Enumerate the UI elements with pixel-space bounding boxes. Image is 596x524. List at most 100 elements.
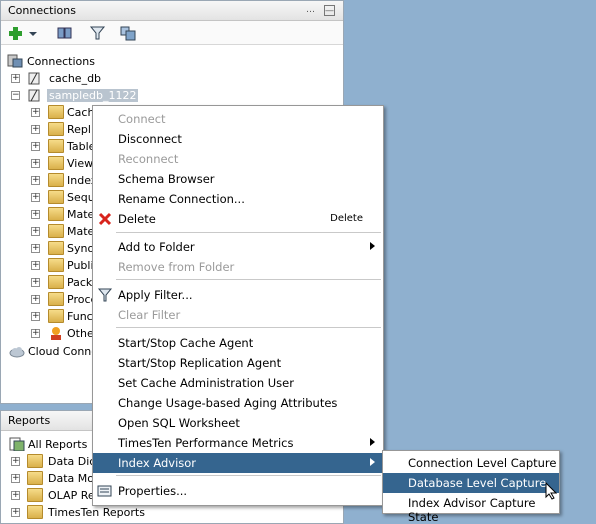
menu-item-label: Delete bbox=[118, 212, 156, 226]
expand-icon[interactable]: + bbox=[31, 227, 40, 236]
index-advisor-submenu: Connection Level Capture Database Level … bbox=[382, 450, 560, 524]
menu-item-clear-filter[interactable]: Clear Filter bbox=[93, 305, 383, 325]
add-connection-icon[interactable] bbox=[7, 25, 25, 41]
menu-item-label: Start/Stop Cache Agent bbox=[118, 336, 254, 350]
menu-item-label: Set Cache Administration User bbox=[118, 376, 294, 390]
menu-item-remove-from-folder[interactable]: Remove from Folder bbox=[93, 257, 383, 277]
filter-icon bbox=[97, 287, 113, 303]
tree-child-label: Syno bbox=[67, 242, 95, 255]
menu-separator bbox=[116, 475, 381, 476]
expand-icon[interactable]: + bbox=[31, 142, 40, 151]
menu-item-label: Connect bbox=[118, 112, 166, 126]
add-dropdown-icon[interactable] bbox=[27, 25, 45, 41]
menu-item-label: Index Advisor bbox=[118, 456, 197, 470]
user-icon bbox=[48, 326, 64, 340]
tree-child-label: Othe bbox=[67, 327, 94, 340]
minimize-panel-icon[interactable]: … bbox=[305, 5, 316, 16]
expand-icon[interactable]: + bbox=[11, 508, 20, 517]
expand-icon[interactable]: + bbox=[31, 244, 40, 253]
folder-icon bbox=[27, 505, 43, 519]
folder-icon bbox=[48, 173, 64, 187]
expand-icon[interactable]: + bbox=[31, 176, 40, 185]
menu-item-label: Change Usage-based Aging Attributes bbox=[118, 396, 338, 410]
tree-item-label: cache_db bbox=[49, 72, 102, 85]
collapse-icon[interactable]: − bbox=[11, 91, 20, 100]
expand-icon[interactable]: + bbox=[31, 159, 40, 168]
menu-item-apply-filter[interactable]: Apply Filter... bbox=[93, 285, 383, 305]
tree-child-label: Func bbox=[67, 310, 93, 323]
reports-item-label: All Reports bbox=[28, 438, 88, 451]
tree-child-label: Sequ bbox=[67, 191, 95, 204]
menu-item-label: Properties... bbox=[118, 484, 188, 498]
folder-icon bbox=[48, 275, 64, 289]
menu-item-connect[interactable]: Connect bbox=[93, 109, 383, 129]
menu-item-start-stop-replication-agent[interactable]: Start/Stop Replication Agent bbox=[93, 353, 383, 373]
expand-icon[interactable]: + bbox=[31, 329, 40, 338]
expand-icon[interactable]: + bbox=[11, 491, 20, 500]
menu-item-delete[interactable]: Delete Delete bbox=[93, 209, 383, 229]
tree-child-label: Mate bbox=[67, 225, 95, 238]
menu-item-set-cache-admin-user[interactable]: Set Cache Administration User bbox=[93, 373, 383, 393]
expand-icon[interactable]: + bbox=[31, 312, 40, 321]
connections-icon bbox=[7, 54, 23, 68]
tree-child-label: Publi bbox=[67, 259, 94, 272]
submenu-item-capture-state[interactable]: Index Advisor Capture State bbox=[383, 493, 559, 524]
tree-item-label: sampledb_1122 bbox=[47, 89, 139, 102]
submenu-arrow-icon bbox=[370, 242, 375, 250]
folder-icon bbox=[27, 488, 43, 502]
menu-item-label: Reconnect bbox=[118, 152, 179, 166]
menu-item-add-to-folder[interactable]: Add to Folder bbox=[93, 237, 383, 257]
menu-item-properties[interactable]: Properties... bbox=[93, 481, 383, 501]
folder-icon bbox=[48, 190, 64, 204]
submenu-item-connection-level-capture[interactable]: Connection Level Capture bbox=[383, 453, 559, 473]
expand-icon[interactable]: + bbox=[31, 108, 40, 117]
folder-icon bbox=[48, 139, 64, 153]
menu-item-reconnect[interactable]: Reconnect bbox=[93, 149, 383, 169]
menu-item-open-sql-worksheet[interactable]: Open SQL Worksheet bbox=[93, 413, 383, 433]
menu-item-label: Apply Filter... bbox=[118, 288, 193, 302]
expand-icon[interactable]: + bbox=[31, 278, 40, 287]
menu-item-disconnect[interactable]: Disconnect bbox=[93, 129, 383, 149]
mouse-pointer-icon bbox=[545, 481, 558, 500]
menu-item-label: Add to Folder bbox=[118, 240, 195, 254]
connections-panel-header: Connections … — bbox=[1, 1, 343, 21]
menu-item-schema-browser[interactable]: Schema Browser bbox=[93, 169, 383, 189]
filter-icon[interactable] bbox=[89, 25, 107, 41]
menu-item-change-aging-attributes[interactable]: Change Usage-based Aging Attributes bbox=[93, 393, 383, 413]
schema-icon[interactable] bbox=[119, 25, 137, 41]
menu-item-label: Start/Stop Replication Agent bbox=[118, 356, 282, 370]
properties-icon bbox=[97, 483, 113, 499]
maximize-panel-icon[interactable]: — bbox=[324, 5, 335, 16]
delete-icon bbox=[97, 211, 113, 227]
menu-item-label: Disconnect bbox=[118, 132, 182, 146]
folder-icon bbox=[48, 105, 64, 119]
tree-child-label: Cach bbox=[67, 106, 95, 119]
submenu-arrow-icon bbox=[370, 458, 375, 466]
menu-item-label: Open SQL Worksheet bbox=[118, 416, 240, 430]
expand-icon[interactable]: + bbox=[31, 210, 40, 219]
menu-separator bbox=[116, 279, 381, 280]
menu-item-label: Remove from Folder bbox=[118, 260, 235, 274]
cloud-icon bbox=[9, 344, 25, 358]
menu-item-index-advisor[interactable]: Index Advisor bbox=[93, 453, 383, 473]
connection-context-menu: Connect Disconnect Reconnect Schema Brow… bbox=[92, 105, 384, 506]
expand-icon[interactable]: + bbox=[11, 474, 20, 483]
expand-icon[interactable]: + bbox=[31, 125, 40, 134]
menu-item-performance-metrics[interactable]: TimesTen Performance Metrics bbox=[93, 433, 383, 453]
expand-icon[interactable]: + bbox=[31, 295, 40, 304]
expand-icon[interactable]: + bbox=[11, 74, 20, 83]
menu-item-label: Clear Filter bbox=[118, 308, 181, 322]
tree-child-label: Repli bbox=[67, 123, 95, 136]
submenu-item-label: Index Advisor Capture State bbox=[408, 496, 536, 524]
submenu-item-database-level-capture[interactable]: Database Level Capture bbox=[383, 473, 559, 493]
submenu-item-label: Connection Level Capture bbox=[408, 456, 557, 470]
folder-icon bbox=[48, 122, 64, 136]
menu-item-rename-connection[interactable]: Rename Connection... bbox=[93, 189, 383, 209]
expand-icon[interactable]: + bbox=[31, 193, 40, 202]
menu-item-start-stop-cache-agent[interactable]: Start/Stop Cache Agent bbox=[93, 333, 383, 353]
folder-icon bbox=[48, 207, 64, 221]
folder-icon bbox=[27, 454, 43, 468]
refresh-icon[interactable] bbox=[56, 25, 74, 41]
expand-icon[interactable]: + bbox=[31, 261, 40, 270]
expand-icon[interactable]: + bbox=[11, 457, 20, 466]
